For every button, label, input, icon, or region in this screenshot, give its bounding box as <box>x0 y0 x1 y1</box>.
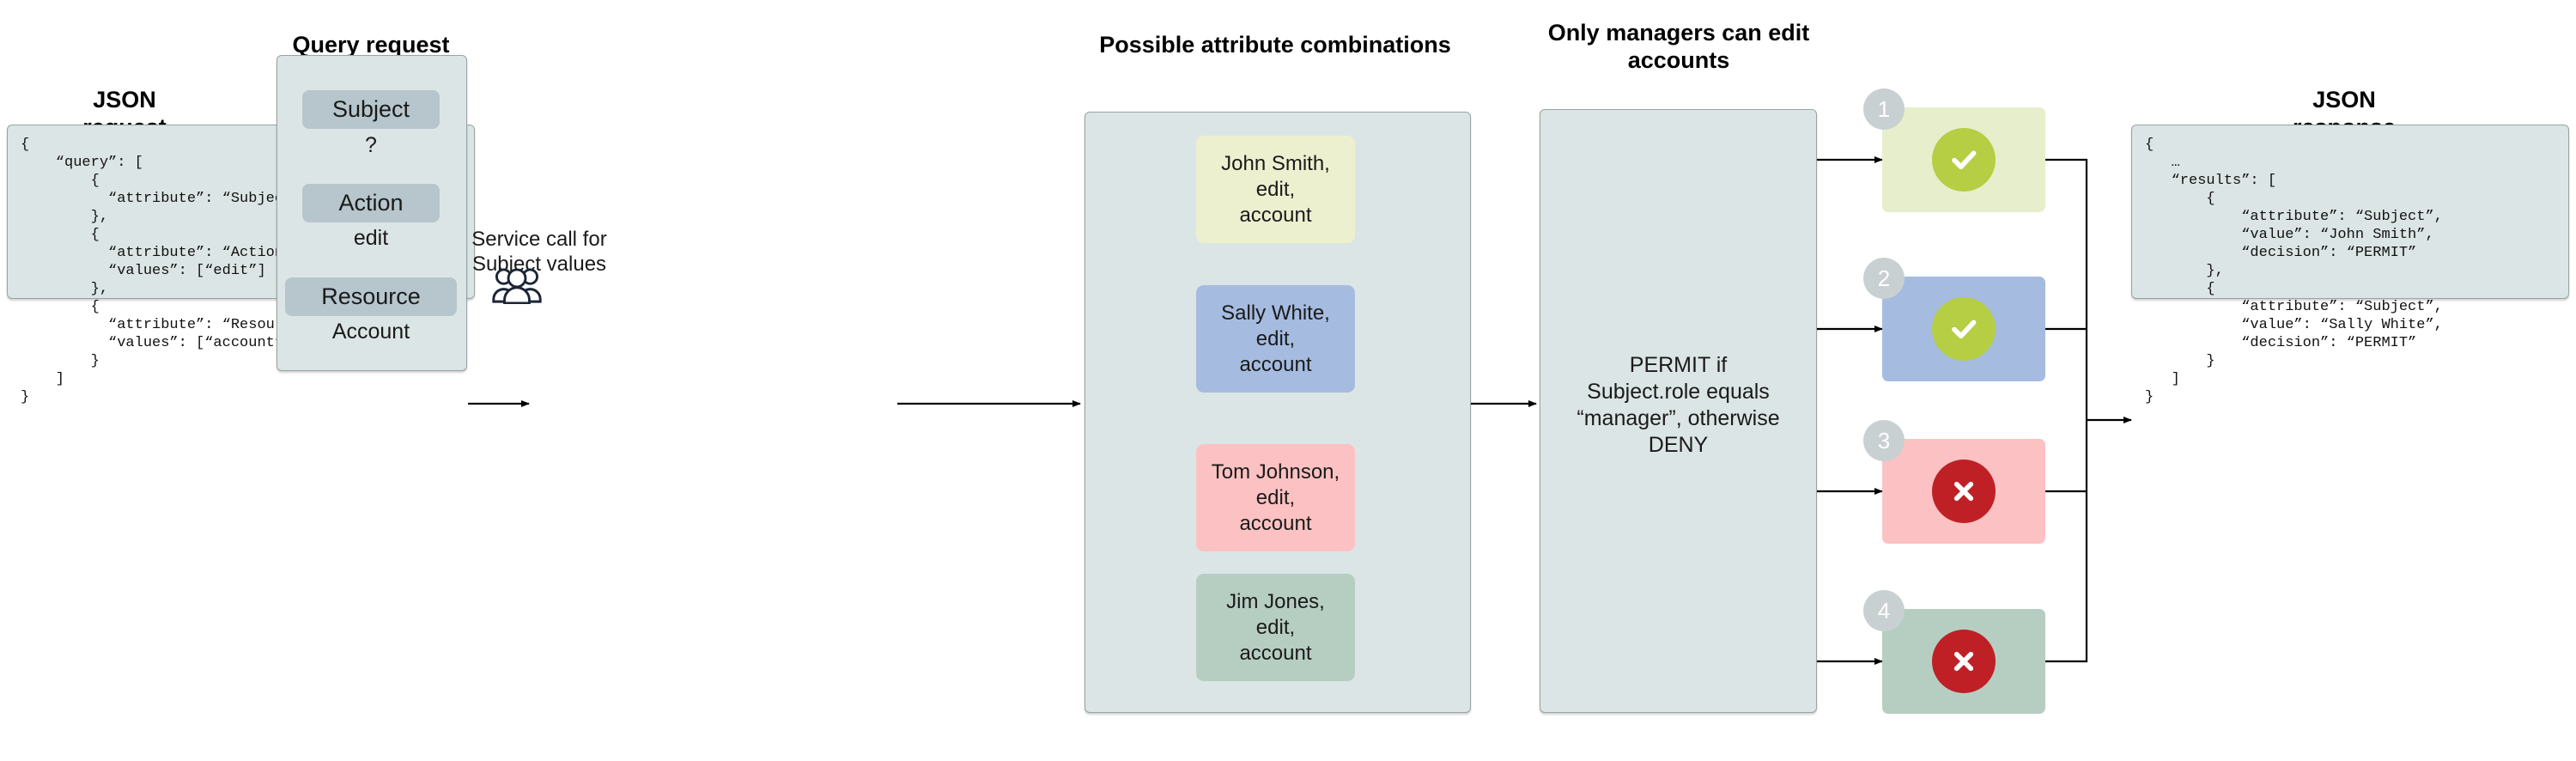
result-card-4[interactable] <box>1882 609 2045 714</box>
result-badge-3: 3 <box>1863 420 1905 461</box>
query-field-resource-label: Resource <box>321 283 421 309</box>
result-badge-4: 4 <box>1863 590 1905 631</box>
wire-result-4-to-bus <box>2045 420 2088 663</box>
result-badge-1: 1 <box>1863 88 1905 130</box>
x-circle-icon <box>1932 460 1996 523</box>
combination-card-1[interactable]: John Smith, edit, account <box>1196 136 1355 243</box>
result-badge-2-number: 2 <box>1877 265 1891 291</box>
check-circle-icon <box>1932 297 1996 361</box>
result-badge-4-number: 4 <box>1877 598 1891 624</box>
result-card-3[interactable] <box>1882 439 2045 544</box>
result-badge-2: 2 <box>1863 258 1905 299</box>
query-field-subject[interactable]: Subject <box>302 90 440 129</box>
combinations-title: Possible attribute combinations <box>1099 32 1451 58</box>
combination-card-3[interactable]: Tom Johnson, edit, account <box>1196 444 1355 551</box>
result-card-2[interactable] <box>1882 277 2045 381</box>
combination-card-4[interactable]: Jim Jones, edit, account <box>1196 574 1355 681</box>
x-circle-icon <box>1932 630 1996 693</box>
result-card-1[interactable] <box>1882 107 2045 212</box>
query-field-resource[interactable]: Resource <box>285 277 457 316</box>
check-circle-icon <box>1932 128 1996 192</box>
result-badge-1-number: 1 <box>1877 96 1891 122</box>
query-field-action[interactable]: Action <box>302 184 440 222</box>
query-field-resource-value: Account <box>331 320 410 344</box>
policy-rule-text: PERMIT if Subject.role equals “manager”,… <box>1577 353 1780 457</box>
wire-result-1-to-bus <box>2045 158 2088 420</box>
query-field-subject-value: ? <box>365 133 377 157</box>
result-badge-3-number: 3 <box>1877 428 1891 454</box>
policy-title: Only managers can edit accounts <box>1547 20 1810 73</box>
combination-card-2[interactable]: Sally White, edit, account <box>1196 285 1355 393</box>
diagram-canvas: JSON request { “query”: [ { “attribute”:… <box>0 0 2576 761</box>
query-field-action-value: edit <box>353 226 389 250</box>
json-response-code: { … “results”: [ { “attribute”: “Subject… <box>2145 137 2443 405</box>
users-group-icon <box>492 268 542 305</box>
query-field-action-label: Action <box>338 190 404 216</box>
query-field-subject-label: Subject <box>331 96 410 122</box>
